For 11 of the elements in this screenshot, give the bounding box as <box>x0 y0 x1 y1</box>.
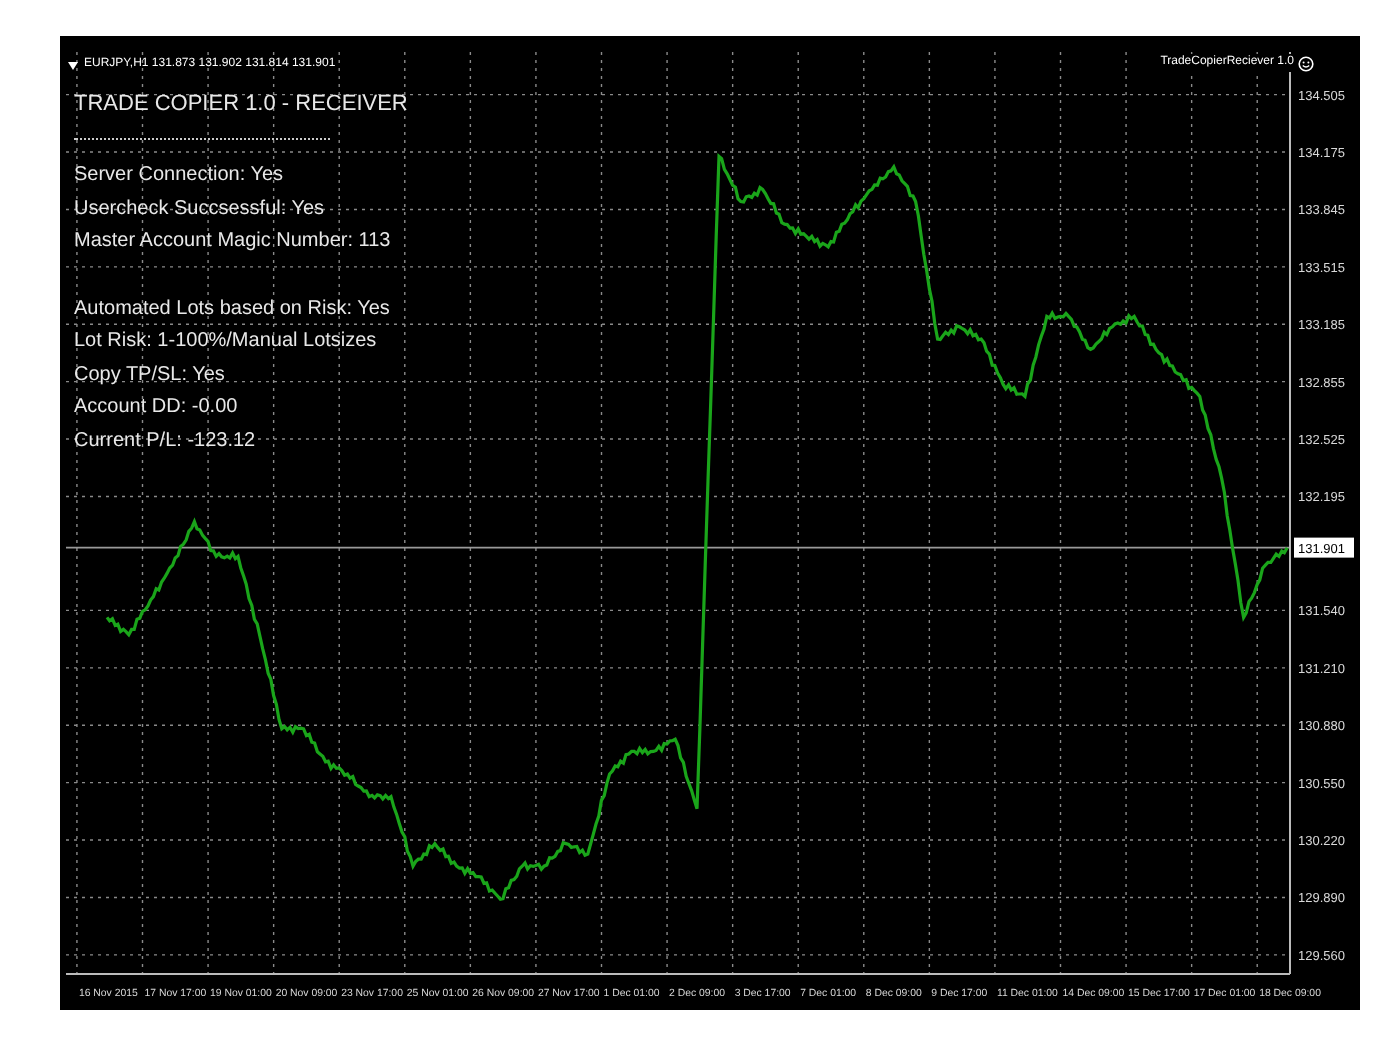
panel-title: TRADE COPIER 1.0 - RECEIVER <box>74 90 408 118</box>
status-text: Account DD: -0.00 <box>74 394 240 422</box>
status-text: Copy TP/SL: Yes <box>74 361 227 389</box>
status-text: Lot Risk: 1-100%/Manual Lotsizes <box>74 328 379 356</box>
status-text: Server Connection: Yes <box>74 162 286 190</box>
smiley-icon <box>1298 55 1314 71</box>
status-text: Automated Lots based on Risk: Yes <box>74 295 392 323</box>
status-text: Current P/L: -123.12 <box>74 427 258 455</box>
status-text: Master Account Magic Number: 113 <box>74 228 393 256</box>
status-text: Usercheck Succsessful: Yes <box>74 195 327 223</box>
dropdown-triangle-icon[interactable] <box>68 61 78 69</box>
